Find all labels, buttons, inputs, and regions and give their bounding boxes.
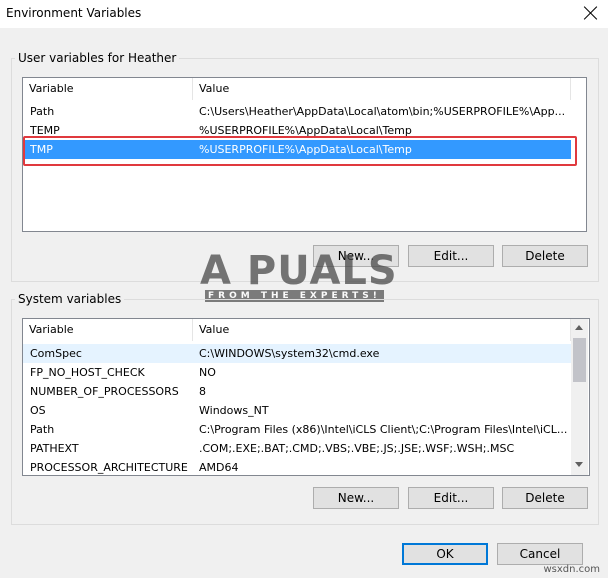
table-row[interactable]: ComSpec C:\WINDOWS\system32\cmd.exe [23, 344, 571, 363]
scroll-up-icon[interactable] [575, 325, 583, 330]
table-row[interactable]: FP_NO_HOST_CHECK NO [23, 363, 571, 382]
variable-value: %USERPROFILE%\AppData\Local\Temp [199, 124, 412, 137]
system-variables-list[interactable]: Variable Value ComSpec C:\WINDOWS\system… [22, 318, 590, 476]
variable-name: OS [30, 404, 46, 417]
variable-name: PATHEXT [30, 442, 79, 455]
user-new-button[interactable]: New... [313, 245, 399, 267]
variable-name: TMP [30, 143, 53, 156]
user-list-scrollbar-stub [571, 78, 585, 100]
variable-name: Path [30, 105, 55, 118]
scroll-thumb[interactable] [573, 338, 586, 382]
user-list-header: Variable Value [23, 78, 586, 100]
table-row[interactable]: NUMBER_OF_PROCESSORS 8 [23, 382, 571, 401]
table-row[interactable]: OS Windows_NT [23, 401, 571, 420]
user-variables-list[interactable]: Variable Value Path C:\Users\Heather\App… [22, 77, 587, 232]
list-item[interactable]: TEMP %USERPROFILE%\AppData\Local\Temp [23, 121, 571, 140]
variable-name: TEMP [30, 124, 60, 137]
table-row[interactable]: PATHEXT .COM;.EXE;.BAT;.CMD;.VBS;.VBE;.J… [23, 439, 571, 458]
close-icon[interactable] [580, 2, 602, 24]
list-item[interactable]: Path C:\Users\Heather\AppData\Local\atom… [23, 102, 571, 121]
variable-name: PROCESSOR_ARCHITECTURE [30, 461, 188, 474]
variable-name: NUMBER_OF_PROCESSORS [30, 385, 179, 398]
variable-value: .COM;.EXE;.BAT;.CMD;.VBS;.VBE;.JS;.JSE;.… [199, 442, 515, 455]
system-delete-button[interactable]: Delete [502, 487, 588, 509]
variable-name: Path [30, 423, 55, 436]
column-header-value[interactable]: Value [193, 78, 571, 100]
system-edit-button[interactable]: Edit... [408, 487, 494, 509]
user-delete-button[interactable]: Delete [502, 245, 588, 267]
variable-value: NO [199, 366, 216, 379]
table-row[interactable]: Path C:\Program Files (x86)\Intel\iCLS C… [23, 420, 571, 439]
cancel-button[interactable]: Cancel [497, 543, 583, 565]
list-item-selected[interactable]: TMP %USERPROFILE%\AppData\Local\Temp [23, 140, 571, 159]
scroll-down-icon[interactable] [575, 462, 583, 467]
variable-name: FP_NO_HOST_CHECK [30, 366, 145, 379]
system-list-header: Variable Value [23, 319, 589, 341]
variable-value: C:\Users\Heather\AppData\Local\atom\bin;… [199, 105, 566, 118]
variable-value: AMD64 [199, 461, 239, 474]
user-edit-button[interactable]: Edit... [408, 245, 494, 267]
system-list-scrollbar[interactable] [571, 319, 588, 475]
window-title: Environment Variables [6, 6, 142, 20]
system-variables-label: System variables [15, 292, 125, 306]
variable-name: ComSpec [30, 347, 82, 360]
variable-value: C:\Program Files (x86)\Intel\iCLS Client… [199, 423, 568, 436]
table-row[interactable]: PROCESSOR_ARCHITECTURE AMD64 [23, 458, 571, 475]
column-header-variable[interactable]: Variable [23, 319, 193, 341]
variable-value: %USERPROFILE%\AppData\Local\Temp [199, 143, 412, 156]
variable-value: Windows_NT [199, 404, 269, 417]
column-header-variable[interactable]: Variable [23, 78, 193, 100]
variable-value: C:\WINDOWS\system32\cmd.exe [199, 347, 380, 360]
site-watermark: wsxdn.com [543, 564, 600, 575]
variable-value: 8 [199, 385, 206, 398]
ok-button[interactable]: OK [402, 543, 488, 565]
title-bar[interactable]: Environment Variables [0, 0, 608, 28]
user-variables-label: User variables for Heather [15, 51, 180, 65]
column-header-value[interactable]: Value [193, 319, 571, 341]
system-new-button[interactable]: New... [313, 487, 399, 509]
